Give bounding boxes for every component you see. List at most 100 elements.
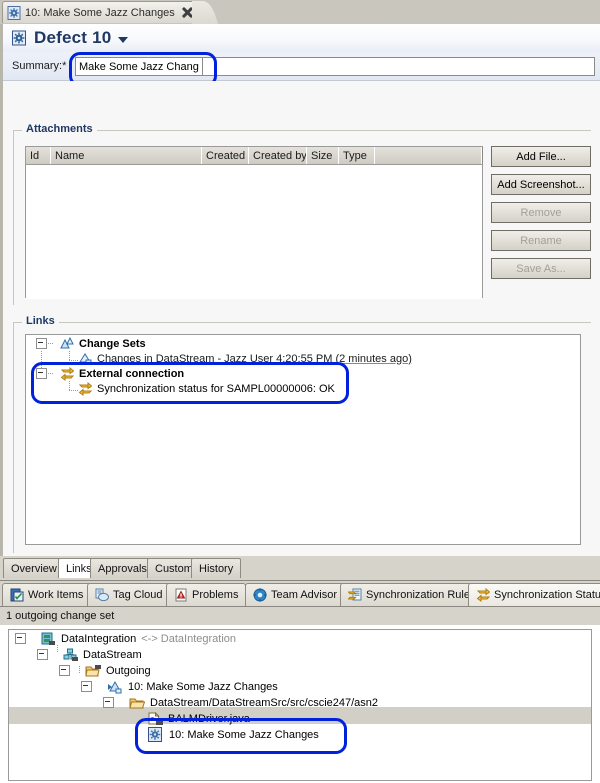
sync-tree-label: 10: Make Some Jazz Changes bbox=[169, 728, 319, 741]
add-screenshot-button[interactable]: Add Screenshot... bbox=[491, 174, 591, 195]
tab-curve-decoration bbox=[192, 1, 218, 24]
column-header-name[interactable]: Name bbox=[51, 147, 202, 164]
view-tab-label: Tag Cloud bbox=[113, 589, 163, 601]
links-tree-row[interactable]: Changes in DataStream - Jazz User 4:20:5… bbox=[78, 351, 412, 366]
work-items-icon bbox=[10, 588, 24, 602]
remove-button: Remove bbox=[491, 202, 591, 223]
links-tree-label[interactable]: Changes in DataStream - Jazz User 4:20:5… bbox=[97, 353, 412, 365]
group-border-top bbox=[13, 322, 591, 323]
group-border-top bbox=[13, 130, 591, 131]
summary-input[interactable] bbox=[75, 57, 203, 76]
tree-expander[interactable] bbox=[15, 633, 26, 644]
editor-tab-label: 10: Make Some Jazz Changes bbox=[25, 6, 175, 19]
sync-tree-label: Outgoing bbox=[106, 664, 151, 677]
sync-arrows-icon bbox=[60, 366, 75, 381]
team-advisor-icon bbox=[253, 588, 267, 602]
tree-expander[interactable] bbox=[36, 368, 47, 379]
view-tab-work-items[interactable]: Work Items bbox=[2, 583, 92, 606]
column-header-filler[interactable] bbox=[375, 147, 482, 164]
sync-rules-icon bbox=[347, 588, 362, 602]
sync-tree-label: DataStream/DataStreamSrc/src/cscie247/as… bbox=[150, 696, 379, 709]
rename-button: Rename bbox=[491, 230, 591, 251]
group-border-left bbox=[13, 130, 14, 305]
attachments-group: Attachments Id Name Created Created by S… bbox=[13, 123, 591, 305]
defect-icon bbox=[7, 5, 21, 20]
defect-icon bbox=[11, 30, 27, 46]
java-file-icon bbox=[147, 711, 163, 726]
editor-tab-strip: 10: Make Some Jazz Changes bbox=[0, 0, 600, 24]
sync-tree-row[interactable]: DataStream bbox=[37, 647, 142, 662]
tree-connector-line bbox=[69, 390, 78, 391]
links-group: Links Change Sets Changes in DataStream … bbox=[13, 315, 591, 553]
view-tab-tag-cloud[interactable]: Tag Cloud bbox=[87, 583, 171, 606]
change-set-icon bbox=[78, 352, 93, 365]
editor-page-tabs: Overview Links Approvals Custom History bbox=[0, 556, 600, 578]
tree-expander[interactable] bbox=[103, 697, 114, 708]
links-tree[interactable]: Change Sets Changes in DataStream - Jazz… bbox=[25, 334, 581, 545]
folder-icon bbox=[129, 696, 146, 710]
sync-tree-row[interactable]: DataIntegration <-> DataIntegration bbox=[15, 631, 236, 646]
links-legend: Links bbox=[22, 315, 59, 327]
editor-panel-area: Attachments Id Name Created Created by S… bbox=[3, 81, 600, 556]
tree-expander[interactable] bbox=[81, 681, 92, 692]
view-tab-synchronization-rules[interactable]: Synchronization Rules bbox=[340, 583, 484, 606]
links-tree-row[interactable]: Change Sets bbox=[36, 336, 146, 351]
attachments-legend: Attachments bbox=[22, 123, 97, 135]
tree-expander[interactable] bbox=[59, 665, 70, 676]
view-tab-label: Synchronization Rules bbox=[366, 589, 476, 601]
attachments-table[interactable]: Id Name Created Created by Size Type bbox=[25, 146, 483, 299]
tab-history[interactable]: History bbox=[191, 558, 242, 578]
stream-icon bbox=[63, 648, 78, 662]
column-header-created[interactable]: Created bbox=[202, 147, 249, 164]
column-header-size[interactable]: Size bbox=[307, 147, 339, 164]
sync-tree-row[interactable]: Outgoing bbox=[59, 663, 151, 678]
folder-outgoing-icon bbox=[85, 664, 101, 678]
group-border-left bbox=[13, 322, 14, 553]
editor-tab-defect-10[interactable]: 10: Make Some Jazz Changes bbox=[2, 1, 195, 23]
links-tree-row[interactable]: Synchronization status for SAMPL00000006… bbox=[78, 381, 335, 396]
column-header-created-by[interactable]: Created by bbox=[249, 147, 307, 164]
view-tab-label: Team Advisor bbox=[271, 589, 338, 601]
sync-tree-label: DataStream bbox=[83, 648, 142, 661]
links-tree-row[interactable]: External connection bbox=[36, 366, 184, 381]
view-tab-label: Synchronization Status bbox=[494, 589, 600, 601]
view-tab-synchronization-status[interactable]: Synchronization Status bbox=[468, 583, 600, 606]
view-tab-problems[interactable]: Problems bbox=[166, 583, 247, 606]
column-header-type[interactable]: Type bbox=[339, 147, 375, 164]
view-tab-team-advisor[interactable]: Team Advisor bbox=[245, 583, 346, 606]
tree-expander[interactable] bbox=[36, 338, 47, 349]
sync-tree-label: 10: Make Some Jazz Changes bbox=[128, 680, 278, 693]
links-tree-label: External connection bbox=[79, 367, 185, 380]
add-file-button[interactable]: Add File... bbox=[491, 146, 591, 167]
summary-input-extension[interactable] bbox=[203, 57, 595, 76]
links-tree-label: Synchronization status for SAMPL00000006… bbox=[97, 382, 335, 395]
sync-tree-suffix: <-> DataIntegration bbox=[141, 632, 237, 645]
repository-icon bbox=[41, 632, 56, 646]
synchronization-status-view: 1 outgoing change set DataIntegration <-… bbox=[0, 606, 600, 783]
tab-overview[interactable]: Overview bbox=[3, 558, 65, 578]
sync-tree-row-selected[interactable]: 10: Make Some Jazz Changes bbox=[147, 727, 319, 742]
page-title: Defect 10 bbox=[34, 28, 112, 47]
summary-row: Summary:* bbox=[3, 52, 600, 87]
tree-connector-line bbox=[69, 381, 70, 390]
status-text: 1 outgoing change set bbox=[0, 607, 600, 625]
view-tab-label: Work Items bbox=[28, 589, 84, 601]
change-set-icon bbox=[107, 680, 123, 694]
sync-tree-row[interactable]: BALMDriver.java bbox=[147, 711, 250, 726]
tag-cloud-icon bbox=[95, 588, 109, 602]
eclipse-workbench: 10: Make Some Jazz Changes Defect 10 Sum… bbox=[0, 0, 600, 783]
sync-tree-row[interactable]: DataStream/DataStreamSrc/src/cscie247/as… bbox=[103, 695, 378, 710]
tree-expander[interactable] bbox=[37, 649, 48, 660]
save-as-button: Save As... bbox=[491, 258, 591, 279]
caret-down-icon[interactable] bbox=[118, 37, 129, 43]
problems-icon bbox=[174, 588, 188, 602]
sync-tree[interactable]: DataIntegration <-> DataIntegration Data… bbox=[8, 629, 592, 781]
column-header-id[interactable]: Id bbox=[26, 147, 51, 164]
sync-tree-label: DataIntegration bbox=[61, 632, 137, 645]
work-item-editor: Defect 10 Summary:* Attachments Id Name … bbox=[0, 24, 600, 556]
tab-approvals[interactable]: Approvals bbox=[90, 558, 155, 578]
attachments-table-header: Id Name Created Created by Size Type bbox=[26, 147, 482, 165]
sync-tree-label: BALMDriver.java bbox=[168, 712, 250, 725]
sync-tree-row[interactable]: 10: Make Some Jazz Changes bbox=[81, 679, 278, 694]
attachments-table-body[interactable] bbox=[26, 165, 482, 299]
